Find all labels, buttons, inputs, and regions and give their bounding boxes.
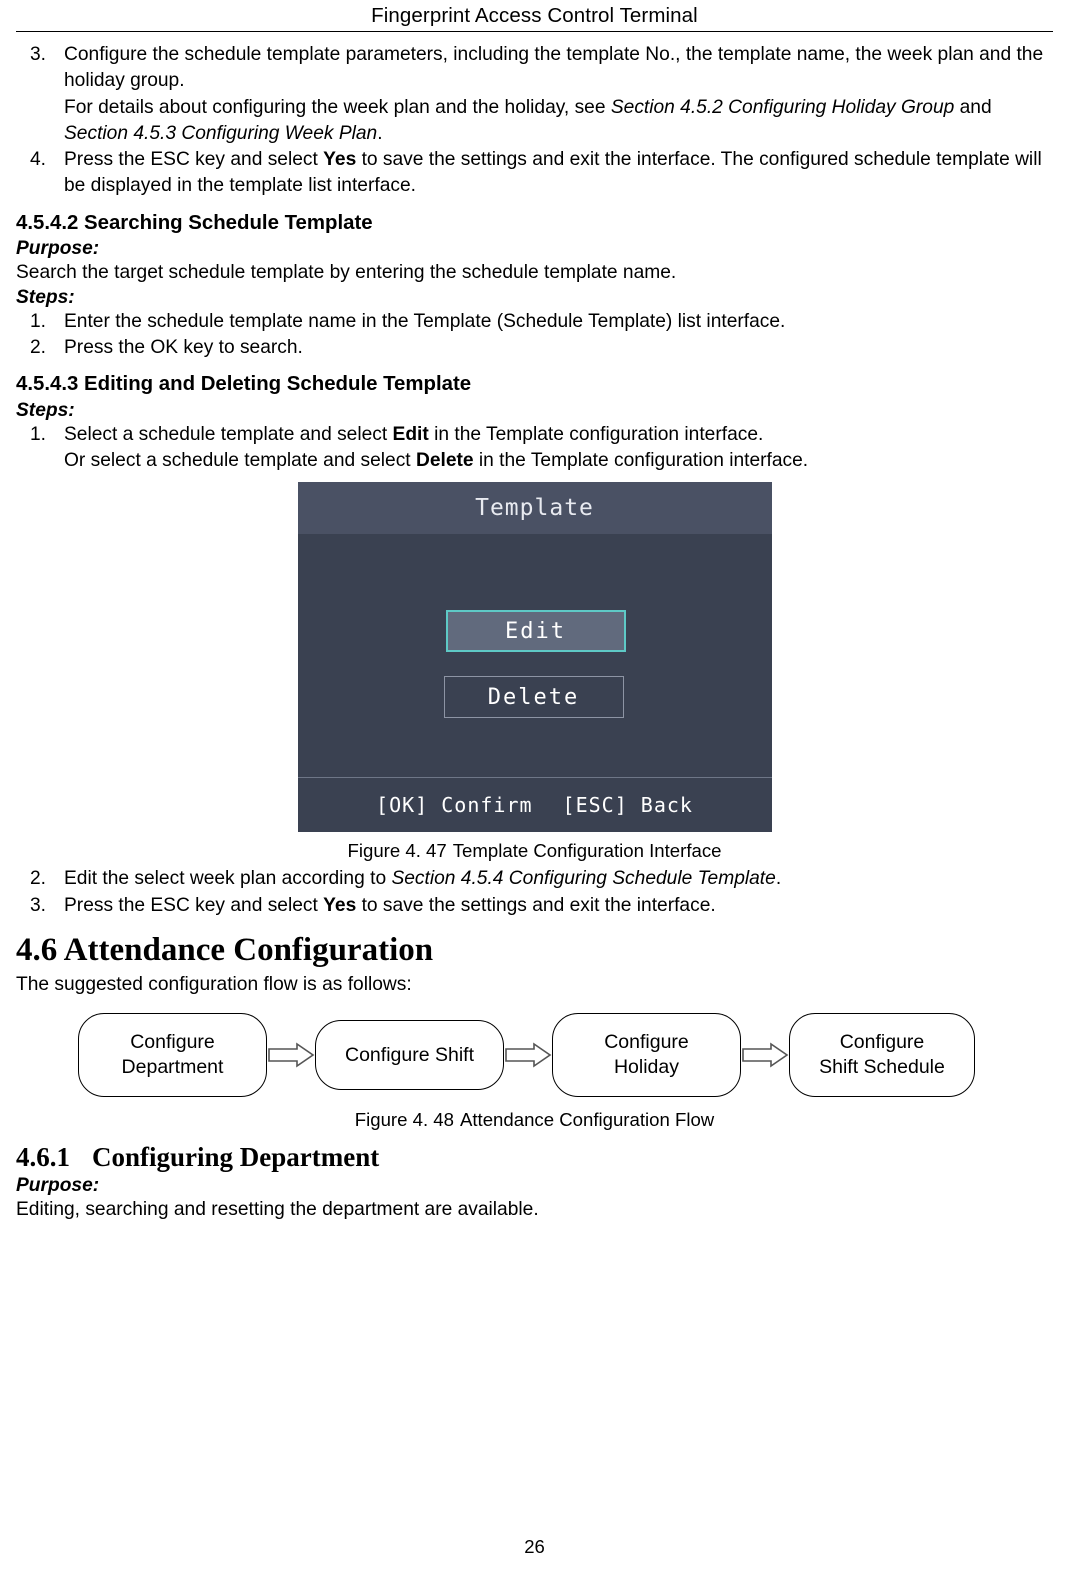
figure-47-image: Template Edit Delete [OK] Confirm [ESC] B… bbox=[16, 482, 1053, 833]
delete-button[interactable]: Delete bbox=[443, 676, 624, 719]
device-screen: Template Edit Delete [OK] Confirm [ESC] B… bbox=[297, 482, 772, 833]
heading-configuring-department: 4.6.1 Configuring Department bbox=[16, 1141, 1053, 1173]
step4-pre: Press the ESC key and select bbox=[64, 149, 324, 171]
list-item: 3. Press the ESC key and select Yes to s… bbox=[16, 893, 1053, 919]
flow-box-configure-holiday: Configure Holiday bbox=[552, 1012, 741, 1097]
step4-bold: Yes bbox=[323, 149, 357, 171]
edit-step2-post: . bbox=[775, 868, 782, 890]
edit-step2-pre: Edit the select week plan according to bbox=[64, 868, 392, 890]
footer-ok-hint: [OK] Confirm bbox=[376, 793, 533, 818]
top-step-list: 3. Configure the schedule template param… bbox=[16, 42, 1053, 200]
section-461-title: Configuring Department bbox=[92, 1141, 380, 1172]
list-item: 2. Press the OK key to search. bbox=[16, 335, 1053, 361]
list-item-number: 2. bbox=[29, 336, 46, 358]
purpose-label-461: Purpose: bbox=[16, 1175, 100, 1197]
page-number: 26 bbox=[524, 1536, 545, 1557]
page: Fingerprint Access Control Terminal 3. C… bbox=[0, 0, 1069, 1572]
step3-italic-2: Section 4.5.3 Configuring Week Plan bbox=[64, 122, 378, 144]
footer-esc-hint: [ESC] Back bbox=[562, 793, 693, 818]
step3-italic-1: Section 4.5.2 Configuring Holiday Group bbox=[610, 96, 955, 118]
list-item-number: 2. bbox=[29, 868, 46, 890]
edit-step1-line1-post: in the Template configuration interface. bbox=[428, 423, 764, 445]
list-item: 3. Configure the schedule template param… bbox=[16, 42, 1053, 147]
figure-47-number: Figure 4. 47 bbox=[347, 840, 447, 862]
device-screen-title: Template bbox=[297, 482, 772, 535]
purpose-text-searching: Search the target schedule template by e… bbox=[16, 262, 677, 284]
steps-label-editing: Steps: bbox=[16, 399, 75, 421]
editing-step-list-cont: 2. Edit the select week plan according t… bbox=[16, 866, 1053, 919]
flow-arrow-icon bbox=[741, 1041, 789, 1069]
section-461-number: 4.6.1 bbox=[16, 1141, 70, 1172]
flow-box-configure-shift-schedule: Configure Shift Schedule bbox=[789, 1012, 975, 1097]
heading-attendance-configuration: 4.6 Attendance Configuration bbox=[16, 931, 434, 968]
figure-48-caption: Figure 4. 48 Attendance Configuration Flo… bbox=[16, 1109, 1053, 1131]
list-item-number: 4. bbox=[29, 149, 46, 171]
edit-step3-pre: Press the ESC key and select bbox=[64, 894, 324, 916]
edit-step1-line2-post: in the Template configuration interface. bbox=[473, 450, 809, 471]
header-divider bbox=[16, 31, 1053, 32]
page-header: Fingerprint Access Control Terminal bbox=[371, 4, 698, 27]
edit-step2-italic: Section 4.5.4 Configuring Schedule Templ… bbox=[391, 868, 776, 890]
list-item-text: Select a schedule template and select Ed… bbox=[64, 422, 1053, 475]
list-item: 1. Enter the schedule template name in t… bbox=[16, 309, 1053, 335]
steps-label-searching: Steps: bbox=[16, 286, 75, 308]
edit-step1-line1-pre: Select a schedule template and select bbox=[64, 423, 393, 445]
list-item-number: 3. bbox=[29, 44, 46, 65]
flow-box-configure-department: Configure Department bbox=[78, 1012, 267, 1097]
list-item: 1. Select a schedule template and select… bbox=[16, 422, 1053, 475]
attendance-intro-text: The suggested configuration flow is as f… bbox=[16, 974, 412, 996]
list-item-number: 1. bbox=[29, 423, 46, 445]
list-item: 4. Press the ESC key and select Yes to s… bbox=[16, 147, 1053, 200]
device-screen-footer: [OK] Confirm [ESC] Back bbox=[297, 777, 772, 832]
step3-line2-pre: For details about configuring the week p… bbox=[64, 96, 611, 118]
figure-47-text: Template Configuration Interface bbox=[452, 840, 722, 862]
list-item-number: 1. bbox=[29, 310, 46, 332]
purpose-label-searching: Purpose: bbox=[16, 238, 100, 260]
attendance-configuration-flow-diagram: Configure Department Configure Shift Con… bbox=[16, 1009, 1053, 1101]
flow-box-configure-shift: Configure Shift bbox=[315, 1019, 504, 1090]
searching-step-list: 1. Enter the schedule template name in t… bbox=[16, 309, 1053, 362]
edit-button[interactable]: Edit bbox=[445, 610, 626, 653]
edit-step3-bold: Yes bbox=[323, 894, 357, 916]
list-item-text: Press the OK key to search. bbox=[64, 336, 303, 358]
step3-line2-mid: and bbox=[954, 96, 992, 118]
list-item-text: Press the ESC key and select Yes to save… bbox=[64, 147, 1053, 200]
figure-48-text: Attendance Configuration Flow bbox=[459, 1108, 715, 1130]
list-item: 2. Edit the select week plan according t… bbox=[16, 866, 1053, 892]
list-item-text: Enter the schedule template name in the … bbox=[64, 310, 786, 332]
list-item-number: 3. bbox=[29, 894, 46, 916]
flow-arrow-icon bbox=[504, 1041, 552, 1069]
step3-line1: Configure the schedule template paramete… bbox=[64, 44, 1044, 92]
device-screen-body: Edit Delete bbox=[298, 534, 772, 778]
list-item-text: Press the ESC key and select Yes to save… bbox=[64, 893, 1053, 919]
edit-step1-bold: Edit bbox=[392, 423, 429, 445]
heading-searching-schedule-template: 4.5.4.2 Searching Schedule Template bbox=[16, 211, 373, 234]
list-item-text: Configure the schedule template paramete… bbox=[64, 42, 1053, 147]
figure-48-number: Figure 4. 48 bbox=[354, 1108, 454, 1130]
figure-47-caption: Figure 4. 47 Template Configuration Inter… bbox=[16, 840, 1053, 862]
delete-step1-bold: Delete bbox=[415, 450, 474, 471]
heading-editing-deleting-schedule-template: 4.5.4.3 Editing and Deleting Schedule Te… bbox=[16, 373, 472, 396]
purpose-text-461: Editing, searching and resetting the dep… bbox=[16, 1199, 539, 1221]
edit-step3-post: to save the settings and exit the interf… bbox=[356, 894, 716, 916]
flow-arrow-icon bbox=[267, 1041, 315, 1069]
edit-step1-line2-pre: Or select a schedule template and select bbox=[64, 450, 416, 471]
editing-step-list: 1. Select a schedule template and select… bbox=[16, 422, 1053, 475]
step3-line2-post: . bbox=[377, 122, 383, 144]
list-item-text: Edit the select week plan according to S… bbox=[64, 866, 1053, 892]
